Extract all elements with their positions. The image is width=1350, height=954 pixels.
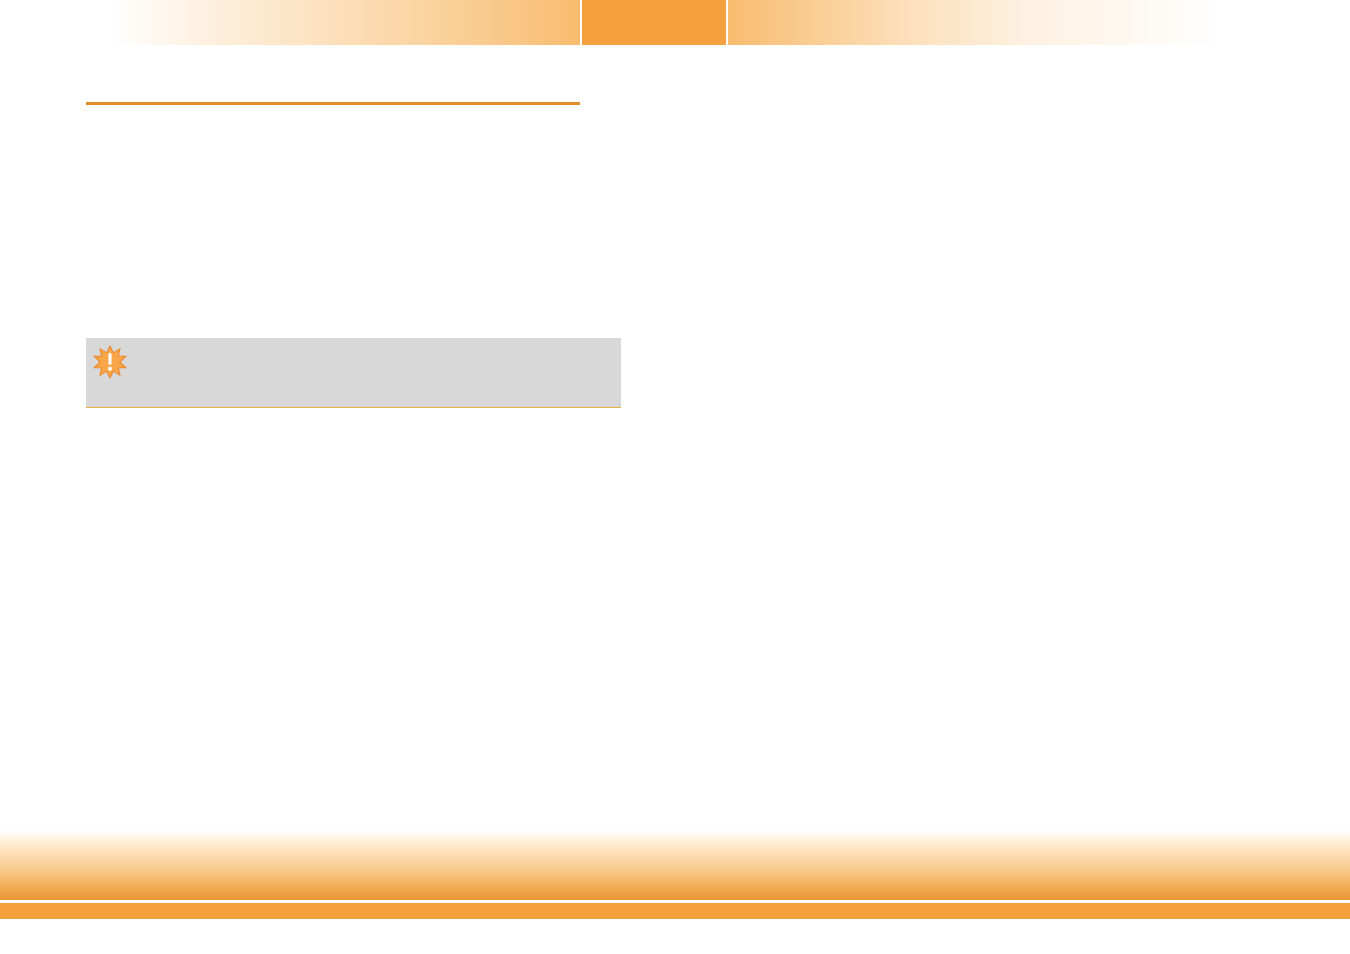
top-tab-band	[110, 0, 1220, 45]
tab-gradient-right	[728, 0, 1220, 45]
tab-gradient-left	[110, 0, 580, 45]
callout-box	[86, 338, 621, 408]
alert-burst-icon	[92, 344, 128, 380]
footer-white	[0, 919, 1350, 954]
heading-underline	[86, 102, 580, 105]
tab-active[interactable]	[580, 0, 728, 45]
page-heading	[86, 78, 580, 98]
footer-gradient	[0, 830, 1350, 900]
footer-bar	[0, 903, 1350, 919]
